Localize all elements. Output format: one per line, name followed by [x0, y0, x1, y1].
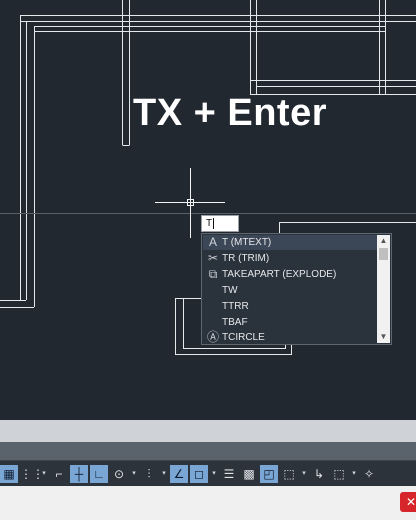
autocomplete-item-trim[interactable]: ✂ TR (TRIM): [203, 251, 378, 266]
object-snap-icon[interactable]: ◻: [190, 465, 208, 483]
isodraft-icon[interactable]: ⫶: [140, 465, 158, 483]
autocomplete-item-tbaf[interactable]: TBAF: [203, 315, 378, 330]
drawing-canvas[interactable]: TX + Enter T A T (MTEXT) ✂ TR (TRIM) ⧉ T…: [0, 0, 416, 420]
selection-cycling-icon[interactable]: ◰: [260, 465, 278, 483]
autocomplete-item-tcircle[interactable]: Ⓐ TCIRCLE: [203, 330, 378, 345]
transparency-icon[interactable]: ▩: [240, 465, 258, 483]
autocomplete-item-label: TTRR: [222, 301, 249, 312]
autocomplete-item-takeapart[interactable]: ⧉ TAKEAPART (EXPLODE): [203, 267, 378, 282]
object-snap-arrow-icon[interactable]: ▾: [210, 465, 218, 483]
grid-icon[interactable]: ⋮⋮: [20, 465, 44, 483]
snap-mode-arrow-icon[interactable]: ▾: [40, 465, 48, 483]
command-input[interactable]: T: [201, 215, 239, 232]
gizmo-icon[interactable]: ⬚: [330, 465, 348, 483]
autocomplete-item-label: T (MTEXT): [222, 237, 272, 248]
taskbar-area: ✕: [0, 486, 416, 520]
autocomplete-item-mtext[interactable]: A T (MTEXT): [203, 235, 378, 250]
autocomplete-item-label: TW: [222, 285, 238, 296]
autocomplete-item-label: TBAF: [222, 317, 248, 328]
dynamic-input-icon[interactable]: ┼: [70, 465, 88, 483]
model-space-icon[interactable]: ▦: [0, 465, 18, 483]
overlay-title: TX + Enter: [133, 92, 327, 134]
infer-constraints-icon[interactable]: ⌐: [50, 465, 68, 483]
autocomplete-item-ttrr[interactable]: TTRR: [203, 299, 378, 314]
object-snap-tracking-icon[interactable]: ∠: [170, 465, 188, 483]
text-icon: A: [208, 235, 217, 249]
scroll-down-icon[interactable]: ▼: [377, 331, 390, 343]
command-line-area[interactable]: [0, 420, 416, 442]
autocomplete-item-label: TR (TRIM): [222, 253, 270, 264]
lineweight-icon[interactable]: ☰: [220, 465, 238, 483]
autocomplete-item-tw[interactable]: TW: [203, 283, 378, 298]
annotation-icon[interactable]: ✧: [360, 465, 378, 483]
status-bar: ▦ ⋮⋮ ▾ ⌐ ┼ ∟ ⊙ ▾ ⫶ ▾ ∠ ◻ ▾ ☰ ▩ ◰ ⬚ ▾ ↳ ⬚ ▾ ✧: [0, 460, 416, 486]
autocomplete-item-label: TAKEAPART (EXPLODE): [222, 269, 337, 280]
ucs-icon[interactable]: ↳: [310, 465, 328, 483]
circle-icon: Ⓐ: [206, 330, 219, 344]
autocomplete-list[interactable]: A T (MTEXT) ✂ TR (TRIM) ⧉ TAKEAPART (EXP…: [201, 233, 392, 345]
isodraft-arrow-icon[interactable]: ▾: [160, 465, 168, 483]
drawing-geometry: [0, 0, 416, 355]
scroll-thumb[interactable]: [379, 248, 388, 260]
layout-tabs-strip: [0, 442, 416, 460]
gizmo-arrow-icon[interactable]: ▾: [350, 465, 358, 483]
command-input-value: T: [206, 218, 213, 229]
polar-arrow-icon[interactable]: ▾: [130, 465, 138, 483]
autocomplete-item-label: TCIRCLE: [222, 332, 265, 343]
text-caret: [213, 218, 215, 229]
close-icon[interactable]: ✕: [400, 492, 416, 512]
scroll-up-icon[interactable]: ▲: [377, 235, 390, 247]
explode-icon: ⧉: [208, 267, 218, 281]
trim-icon: ✂: [207, 251, 219, 265]
polar-tracking-icon[interactable]: ⊙: [110, 465, 128, 483]
ortho-mode-icon[interactable]: ∟: [90, 465, 108, 483]
3d-osnap-arrow-icon[interactable]: ▾: [300, 465, 308, 483]
autocomplete-scrollbar[interactable]: ▲ ▼: [377, 235, 390, 343]
3d-osnap-icon[interactable]: ⬚: [280, 465, 298, 483]
